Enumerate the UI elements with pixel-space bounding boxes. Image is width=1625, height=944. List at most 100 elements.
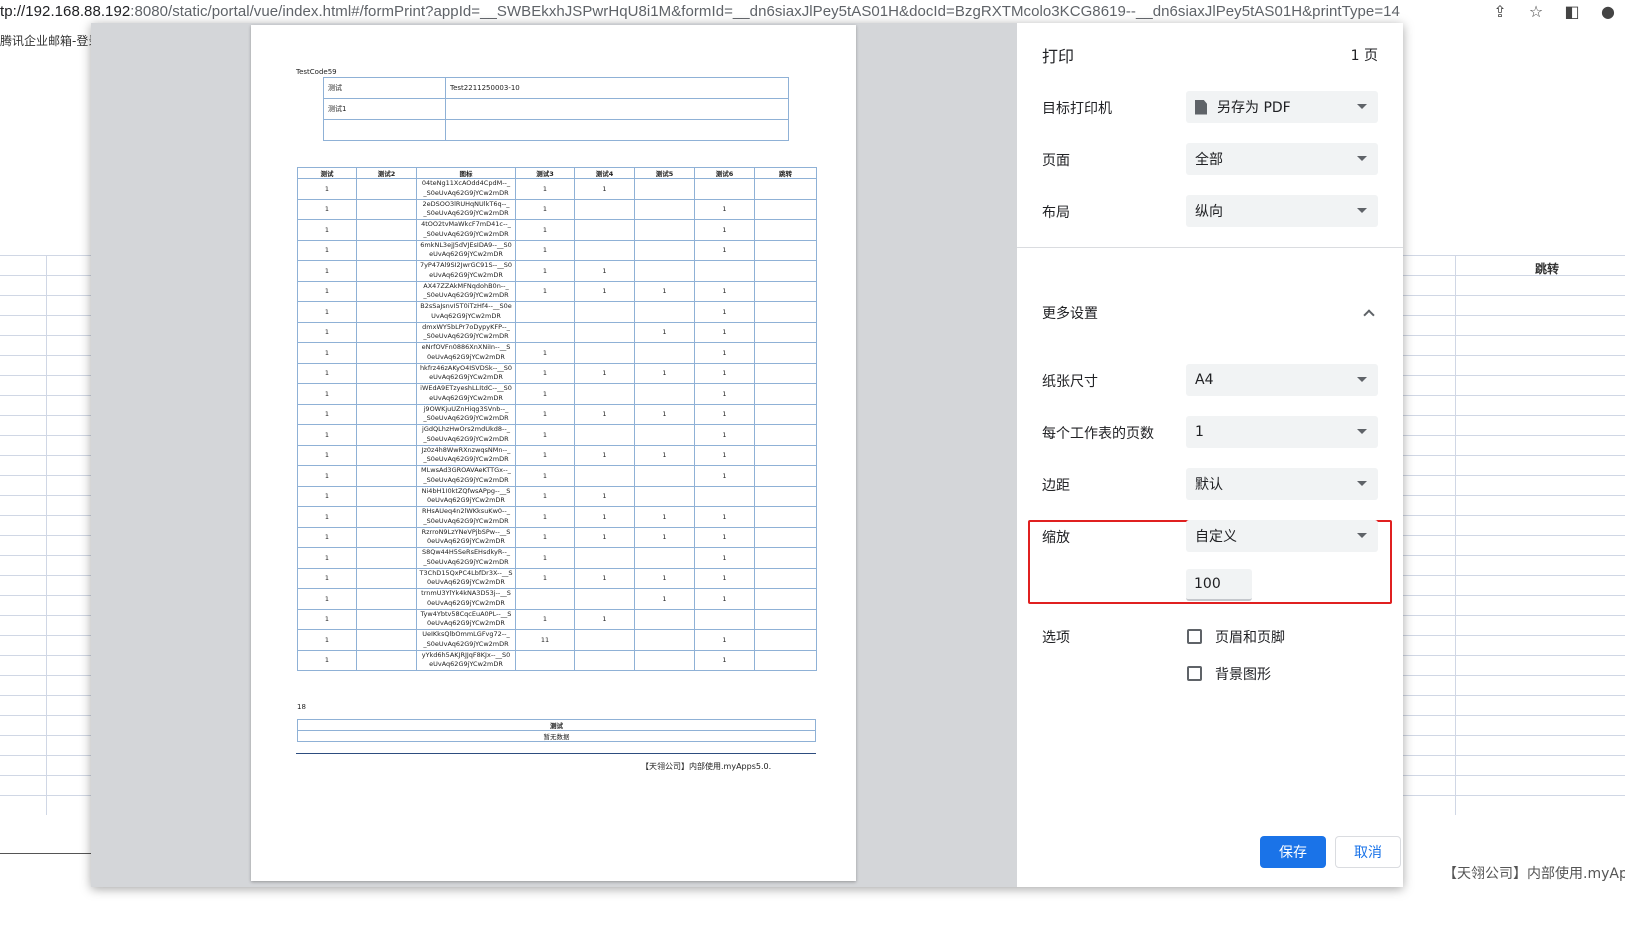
- icon-cell: Jz0z4h8WwRXnzwqsNMn--_ _S0eUvAq62G9jYCw2m…: [416, 444, 516, 466]
- table-cell: 1: [574, 260, 635, 282]
- table-cell: 1: [634, 506, 695, 528]
- table-cell: 1: [515, 342, 575, 364]
- table-cell: [754, 629, 817, 651]
- table-cell: 1: [694, 219, 755, 241]
- table-cell: [574, 629, 635, 651]
- icon-cell: j9OWKjuUZnHiqg3SVnb--_ _S0eUvAq62G9jYCw2m…: [416, 403, 516, 425]
- icon-cell-line: eNrfOVFn0886XnXNiIn--__S: [421, 343, 511, 352]
- table-cell: 1: [694, 547, 755, 569]
- table-cell: [634, 485, 695, 507]
- icon-cell-line: _S0eUvAq62G9jYCw2mDR: [423, 434, 509, 443]
- print-title: 打印: [1042, 47, 1075, 66]
- pages-per-sheet-select[interactable]: 1: [1186, 416, 1378, 448]
- icon-cell-line: 4tOO2tvMaWkcF7mD41c--_: [421, 220, 511, 229]
- icon-cell-line: _S0eUvAq62G9jYCw2mDR: [423, 475, 509, 484]
- table-cell: 1: [297, 198, 357, 220]
- table-cell: [754, 219, 817, 241]
- layout-label: 布局: [1042, 205, 1070, 221]
- icon-cell-line: 0eUvAq62G9jYCw2mDR: [427, 578, 505, 587]
- pages-value: 全部: [1195, 152, 1223, 168]
- url-text[interactable]: tp://192.168.88.192:8080/static/portal/v…: [0, 3, 1400, 20]
- grid-col-line: [1455, 255, 1456, 815]
- table-row: 1 RHsAUeq4n2lWKksuKw0--_ _S0eUvAq62G9jYCw2…: [297, 506, 817, 528]
- background-graphics-label[interactable]: 背景图形: [1215, 664, 1271, 684]
- destination-select[interactable]: 另存为 PDF: [1186, 91, 1378, 123]
- background-graphics-checkbox[interactable]: [1187, 666, 1202, 681]
- table-cell: [634, 608, 695, 630]
- side-panel-icon[interactable]: ◧: [1563, 2, 1581, 21]
- table-cell: [634, 239, 695, 261]
- table-cell: 1: [634, 526, 695, 548]
- chevron-up-icon[interactable]: [1363, 309, 1375, 321]
- icon-cell-line: 0eUvAq62G9jYCw2mDR: [427, 496, 505, 505]
- info-row: 测试 Test2211250003-10: [323, 77, 789, 99]
- cancel-button[interactable]: 取消: [1335, 836, 1401, 868]
- icon-cell-line: _S0eUvAq62G9jYCw2mDR: [423, 455, 509, 464]
- icon-cell-line: _S0eUvAq62G9jYCw2mDR: [423, 332, 509, 341]
- table-cell: [356, 649, 417, 671]
- headers-footers-label[interactable]: 页眉和页脚: [1215, 627, 1285, 647]
- table-row: 1 6mkNL3ejJ5dVJEsIDA9--__S0 eUvAq62G9jYCw2…: [297, 239, 817, 261]
- bookmark-star-icon[interactable]: ☆: [1527, 2, 1545, 21]
- table-cell: [356, 588, 417, 610]
- scale-select[interactable]: 自定义: [1186, 520, 1378, 552]
- table-row: 1 MLwsAd3GROAVAeKTTGx--_ _S0eUvAq62G9jYCw2…: [297, 465, 817, 487]
- table-cell: [574, 301, 635, 323]
- save-button[interactable]: 保存: [1260, 836, 1326, 868]
- profile-icon[interactable]: ●: [1599, 2, 1617, 21]
- table-cell: 1: [694, 526, 755, 548]
- table-cell: [574, 198, 635, 220]
- table-cell: [574, 547, 635, 569]
- scale-input[interactable]: 100: [1186, 569, 1252, 601]
- icon-cell-line: RHsAUeq4n2lWKksuKw0--_: [422, 507, 510, 516]
- table-cell: [574, 342, 635, 364]
- icon-cell-line: j9OWKjuUZnHiqg3SVnb--_: [423, 404, 509, 413]
- table-row: 1 trnmU3YlYk4kNA3D53j--__S 0eUvAq62G9jYCw2…: [297, 588, 817, 610]
- grid-col-line: [46, 255, 47, 815]
- icon-cell: AX47ZZAkMFNqdohB0n--_ _S0eUvAq62G9jYCw2mD…: [416, 280, 516, 302]
- background-column-label: 跳转: [1535, 262, 1560, 276]
- table-cell: [515, 321, 575, 343]
- paper-size-select[interactable]: A4: [1186, 364, 1378, 396]
- table-cell: 1: [694, 239, 755, 261]
- table-cell: 1: [297, 403, 357, 425]
- info-cell: [323, 119, 446, 141]
- table-cell: [634, 260, 695, 282]
- address-bar[interactable]: tp://192.168.88.192:8080/static/portal/v…: [0, 0, 1625, 22]
- bookmark-item[interactable]: 腾讯企业邮箱-登录: [0, 32, 100, 49]
- table-row: 1 4tOO2tvMaWkcF7mD41c--_ _S0eUvAq62G9jYCw2…: [297, 219, 817, 241]
- url-path: :8080/static/portal/vue/index.html#/form…: [130, 2, 1400, 20]
- table-row: 1 iWEdA9ETzyeshLLItdC--__S0 eUvAq62G9jYCw2…: [297, 383, 817, 405]
- table-header-cell: 测试6: [694, 167, 755, 179]
- destination-label: 目标打印机: [1042, 101, 1112, 117]
- table-cell: 1: [694, 198, 755, 220]
- layout-select[interactable]: 纵向: [1186, 195, 1378, 227]
- more-settings-toggle[interactable]: 更多设置: [1042, 303, 1098, 323]
- table-cell: 1: [515, 608, 575, 630]
- table-cell: [356, 506, 417, 528]
- margins-select[interactable]: 默认: [1186, 468, 1378, 500]
- pages-select[interactable]: 全部: [1186, 143, 1378, 175]
- share-icon[interactable]: ⇪: [1491, 2, 1509, 21]
- table-cell: [634, 383, 695, 405]
- table-cell: [356, 321, 417, 343]
- headers-footers-checkbox[interactable]: [1187, 629, 1202, 644]
- icon-cell-line: eUvAq62G9jYCw2mDR: [429, 373, 503, 382]
- table-cell: 1: [634, 362, 695, 384]
- table-cell: 1: [574, 506, 635, 528]
- info-row: [323, 119, 789, 141]
- sub-table-header: 测试: [297, 719, 816, 731]
- table-cell: [754, 321, 817, 343]
- table-cell: [356, 547, 417, 569]
- table-cell: 1: [515, 403, 575, 425]
- table-cell: 1: [297, 239, 357, 261]
- options-label: 选项: [1042, 630, 1070, 646]
- table-cell: 1: [515, 547, 575, 569]
- table-row: 1 S8Qw44H5SeRsEHsdkyR--_ _S0eUvAq62G9jYCw2…: [297, 547, 817, 569]
- background-divider: [0, 853, 95, 854]
- table-row: 1 dmxWY5bLPr7oDypyKFP--_ _S0eUvAq62G9jYCw2…: [297, 321, 817, 343]
- table-cell: [574, 321, 635, 343]
- table-header-cell: 图标: [416, 167, 516, 179]
- info-cell: 测试1: [323, 98, 446, 120]
- page-count: 1 页: [1350, 48, 1378, 64]
